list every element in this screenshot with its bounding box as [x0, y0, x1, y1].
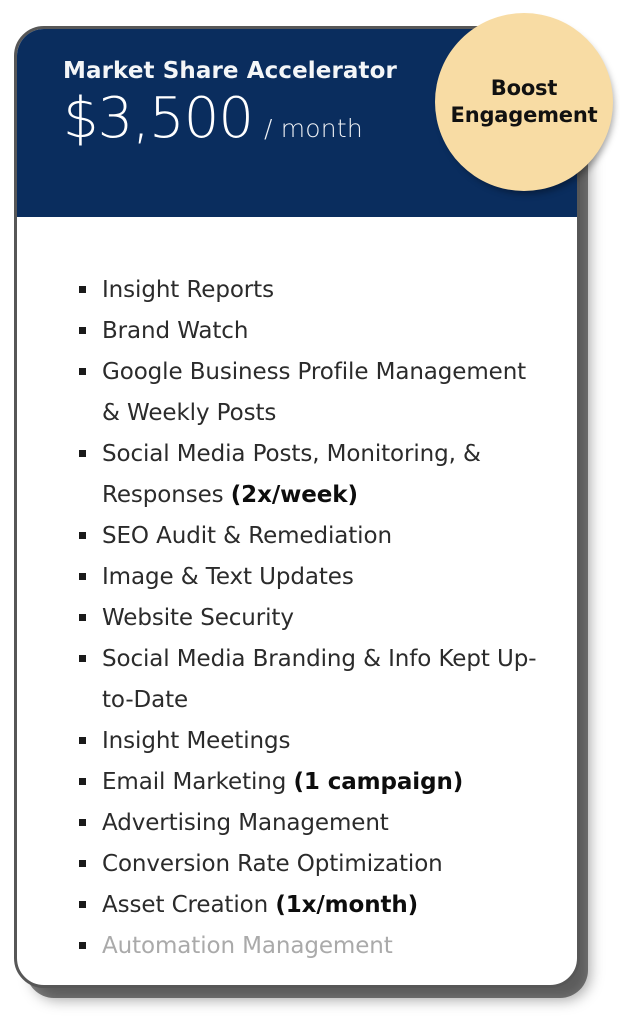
badge-line-2: Engagement [450, 103, 598, 127]
feature-label-text: Brand Watch [102, 318, 249, 344]
feature-label-text: Google Business Profile Management & Wee… [102, 359, 527, 426]
feature-item: Advertising Management [79, 803, 547, 844]
feature-label: Google Business Profile Management & Wee… [102, 352, 547, 434]
feature-item: Social Media Branding & Info Kept Up-to-… [79, 639, 547, 721]
feature-label: Image & Text Updates [102, 557, 354, 598]
feature-item: Brand Watch [79, 311, 547, 352]
feature-label-text: Automation Management [102, 933, 393, 959]
feature-item: Website Security [79, 598, 547, 639]
feature-label-text: Social Media Branding & Info Kept Up-to-… [102, 646, 537, 713]
feature-label-text: SEO Audit & Remediation [102, 523, 392, 549]
feature-label-emphasis: (2x/week) [230, 482, 358, 508]
feature-label-text: Asset Creation [102, 892, 276, 918]
bullet-square-icon [79, 286, 86, 293]
bullet-square-icon [79, 942, 86, 949]
feature-label-emphasis: (1 campaign) [293, 769, 464, 795]
feature-label: Social Media Posts, Monitoring, & Respon… [102, 434, 547, 516]
pricing-card-stage: Market Share Accelerator $3,500 / month … [0, 0, 620, 1022]
feature-label: Insight Reports [102, 270, 274, 311]
bullet-square-icon [79, 532, 86, 539]
feature-label: Insight Meetings [102, 721, 290, 762]
feature-label: Advertising Management [102, 803, 389, 844]
badge-line-1: Boost [490, 76, 558, 101]
bullet-square-icon [79, 573, 86, 580]
feature-label-text: Insight Meetings [102, 728, 291, 754]
boost-engagement-badge: Boost Engagement [435, 13, 613, 191]
feature-label-text: Website Security [102, 605, 294, 631]
feature-label: Website Security [102, 598, 294, 639]
feature-label: Email Marketing (1 campaign) [102, 762, 463, 803]
feature-label: Conversion Rate Optimization [102, 844, 443, 885]
feature-item: Conversion Rate Optimization [79, 844, 547, 885]
feature-label: Social Media Branding & Info Kept Up-to-… [102, 639, 547, 721]
bullet-square-icon [79, 450, 86, 457]
feature-label-emphasis: (1x/month) [275, 892, 419, 918]
bullet-square-icon [79, 778, 86, 785]
bullet-square-icon [79, 819, 86, 826]
feature-item: Email Marketing (1 campaign) [79, 762, 547, 803]
feature-item: Asset Creation (1x/month) [79, 885, 547, 926]
bullet-square-icon [79, 655, 86, 662]
feature-item: Social Media Posts, Monitoring, & Respon… [79, 434, 547, 516]
feature-item: SEO Audit & Remediation [79, 516, 547, 557]
price-period: / month [263, 114, 363, 144]
bullet-square-icon [79, 860, 86, 867]
feature-item: Image & Text Updates [79, 557, 547, 598]
feature-label: Asset Creation (1x/month) [102, 885, 418, 926]
feature-item: Insight Reports [79, 270, 547, 311]
bullet-square-icon [79, 368, 86, 375]
feature-list: Insight Reports Brand Watch Google Busines… [17, 217, 577, 967]
feature-label-text: Email Marketing [102, 769, 294, 795]
feature-label-text: Insight Reports [102, 277, 274, 303]
bullet-square-icon [79, 737, 86, 744]
feature-label: Automation Management [102, 926, 393, 967]
bullet-square-icon [79, 327, 86, 334]
feature-label: SEO Audit & Remediation [102, 516, 392, 557]
bullet-square-icon [79, 901, 86, 908]
feature-label: Brand Watch [102, 311, 248, 352]
feature-item: Automation Management [79, 926, 547, 967]
price-amount: $3,500 [63, 86, 254, 152]
feature-item: Google Business Profile Management & Wee… [79, 352, 547, 434]
feature-label-text: Conversion Rate Optimization [102, 851, 443, 877]
feature-item: Insight Meetings [79, 721, 547, 762]
bullet-square-icon [79, 614, 86, 621]
feature-label-text: Image & Text Updates [102, 564, 354, 590]
feature-label-text: Advertising Management [102, 810, 389, 836]
